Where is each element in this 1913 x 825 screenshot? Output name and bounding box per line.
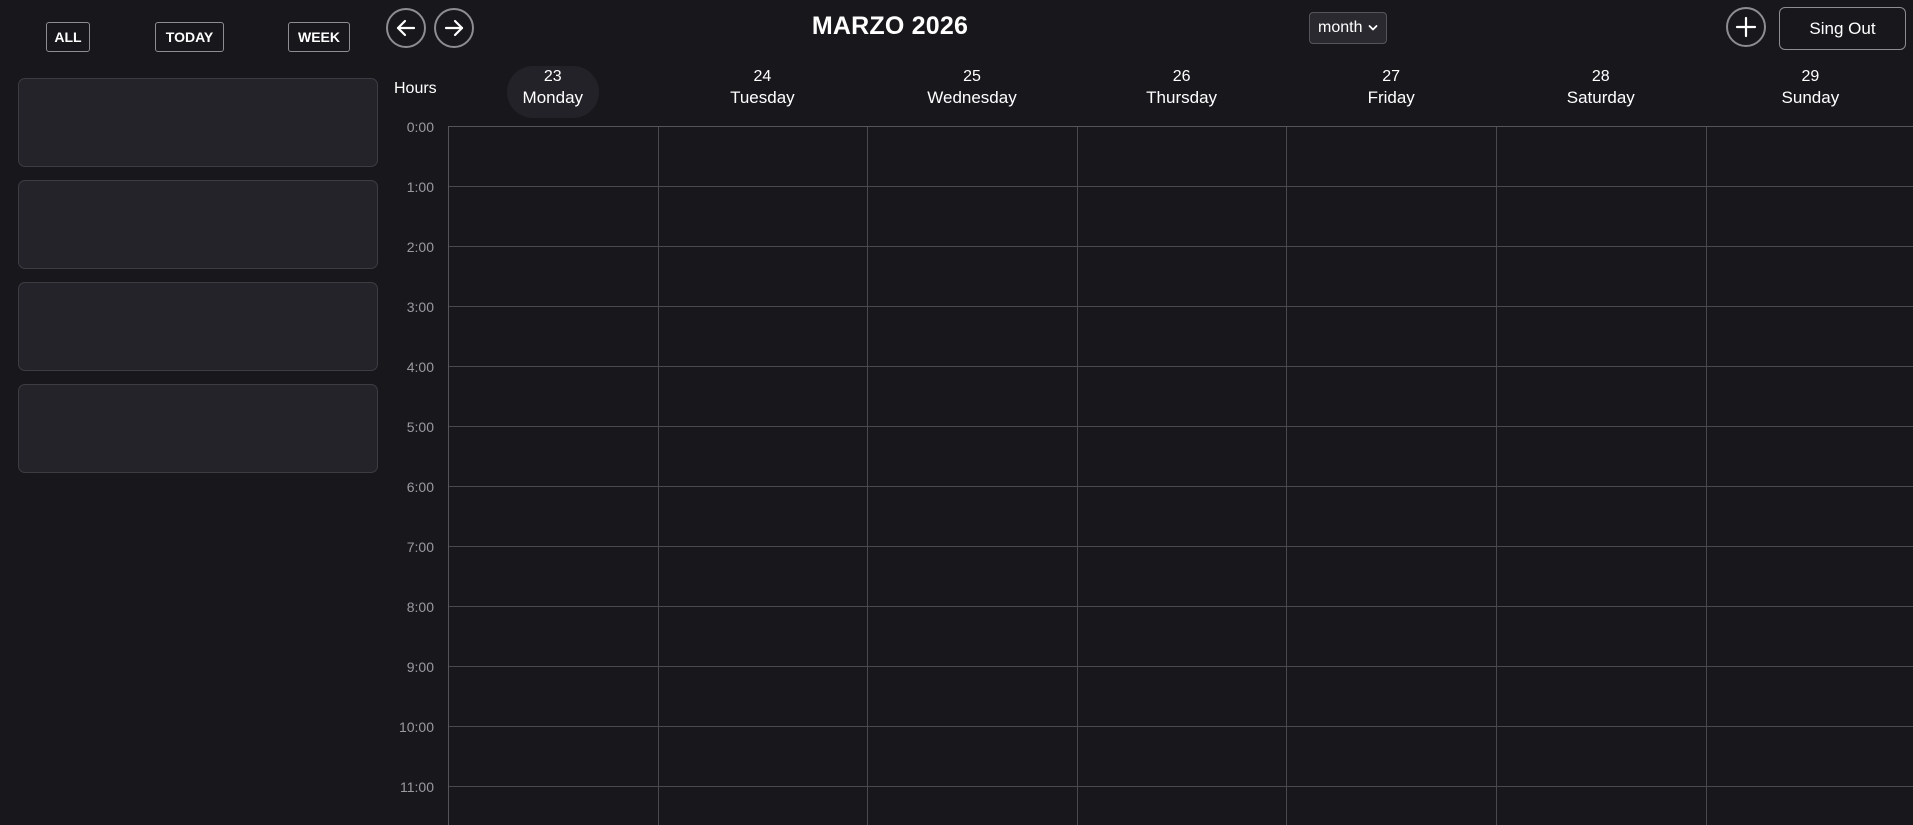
week-grid[interactable] — [448, 126, 1913, 825]
page-title: MARZO 2026 — [811, 12, 969, 40]
hour-label: 3:00 — [406, 299, 434, 315]
day-column[interactable] — [1078, 127, 1288, 825]
day-number: 26 — [1172, 68, 1191, 85]
hours-column-label: Hours — [394, 80, 437, 97]
hour-label: 5:00 — [406, 419, 434, 435]
day-name: Tuesday — [730, 88, 795, 107]
sign-out-button[interactable]: Sing Out — [1779, 7, 1906, 50]
day-header-monday[interactable]: 23 Monday — [448, 64, 658, 120]
day-column[interactable] — [868, 127, 1078, 825]
sidebar: ALL TODAY WEEK — [0, 0, 390, 825]
arrow-left-icon — [396, 19, 416, 37]
hour-label: 2:00 — [406, 239, 434, 255]
day-header-row: 23 Monday 24 Tuesday 25 Wednesday 26 Thu… — [448, 64, 1913, 120]
day-header-saturday[interactable]: 28 Saturday — [1496, 64, 1706, 120]
hour-label: 8:00 — [406, 599, 434, 615]
day-column[interactable] — [1287, 127, 1497, 825]
view-select[interactable]: month — [1309, 12, 1387, 44]
hour-label: 1:00 — [406, 179, 434, 195]
view-select-value: month — [1318, 19, 1363, 36]
filter-week-button[interactable]: WEEK — [288, 22, 350, 52]
event-card-list — [18, 78, 378, 486]
arrow-right-icon — [444, 19, 464, 37]
day-number: 28 — [1591, 68, 1610, 85]
day-number: 29 — [1801, 68, 1820, 85]
day-column[interactable] — [449, 127, 659, 825]
filter-today-button[interactable]: TODAY — [155, 22, 224, 52]
event-card[interactable] — [18, 78, 378, 167]
add-event-button[interactable] — [1726, 7, 1766, 47]
event-card[interactable] — [18, 384, 378, 473]
day-number: 27 — [1382, 68, 1401, 85]
day-header-wednesday[interactable]: 25 Wednesday — [867, 64, 1077, 120]
hour-label: 0:00 — [406, 119, 434, 135]
day-name: Friday — [1367, 88, 1415, 107]
day-number: 24 — [753, 68, 772, 85]
day-number: 23 — [543, 68, 562, 85]
next-button[interactable] — [434, 8, 474, 48]
filter-all-button[interactable]: ALL — [46, 22, 90, 52]
day-column[interactable] — [659, 127, 869, 825]
hour-label: 4:00 — [406, 359, 434, 375]
day-column[interactable] — [1497, 127, 1707, 825]
hour-label: 11:00 — [400, 779, 434, 795]
event-card[interactable] — [18, 180, 378, 269]
event-card[interactable] — [18, 282, 378, 371]
previous-button[interactable] — [386, 8, 426, 48]
day-header-friday[interactable]: 27 Friday — [1286, 64, 1496, 120]
day-name: Wednesday — [927, 88, 1017, 107]
day-name: Monday — [522, 88, 584, 107]
day-name: Sunday — [1781, 88, 1840, 107]
hour-label: 6:00 — [406, 479, 434, 495]
day-header-sunday[interactable]: 29 Sunday — [1706, 64, 1913, 120]
plus-icon — [1735, 16, 1757, 38]
day-header-tuesday[interactable]: 24 Tuesday — [658, 64, 868, 120]
hour-label: 9:00 — [406, 659, 434, 675]
hour-label: 7:00 — [406, 539, 434, 555]
hour-label: 10:00 — [398, 719, 434, 735]
chevron-down-icon — [1368, 19, 1378, 37]
day-name: Thursday — [1146, 88, 1218, 107]
day-number: 25 — [963, 68, 981, 85]
day-name: Saturday — [1566, 88, 1635, 107]
calendar-app: ALL TODAY WEEK MARZO 2026 month Sing Out… — [0, 0, 1913, 825]
day-column[interactable] — [1707, 127, 1913, 825]
day-header-thursday[interactable]: 26 Thursday — [1077, 64, 1287, 120]
